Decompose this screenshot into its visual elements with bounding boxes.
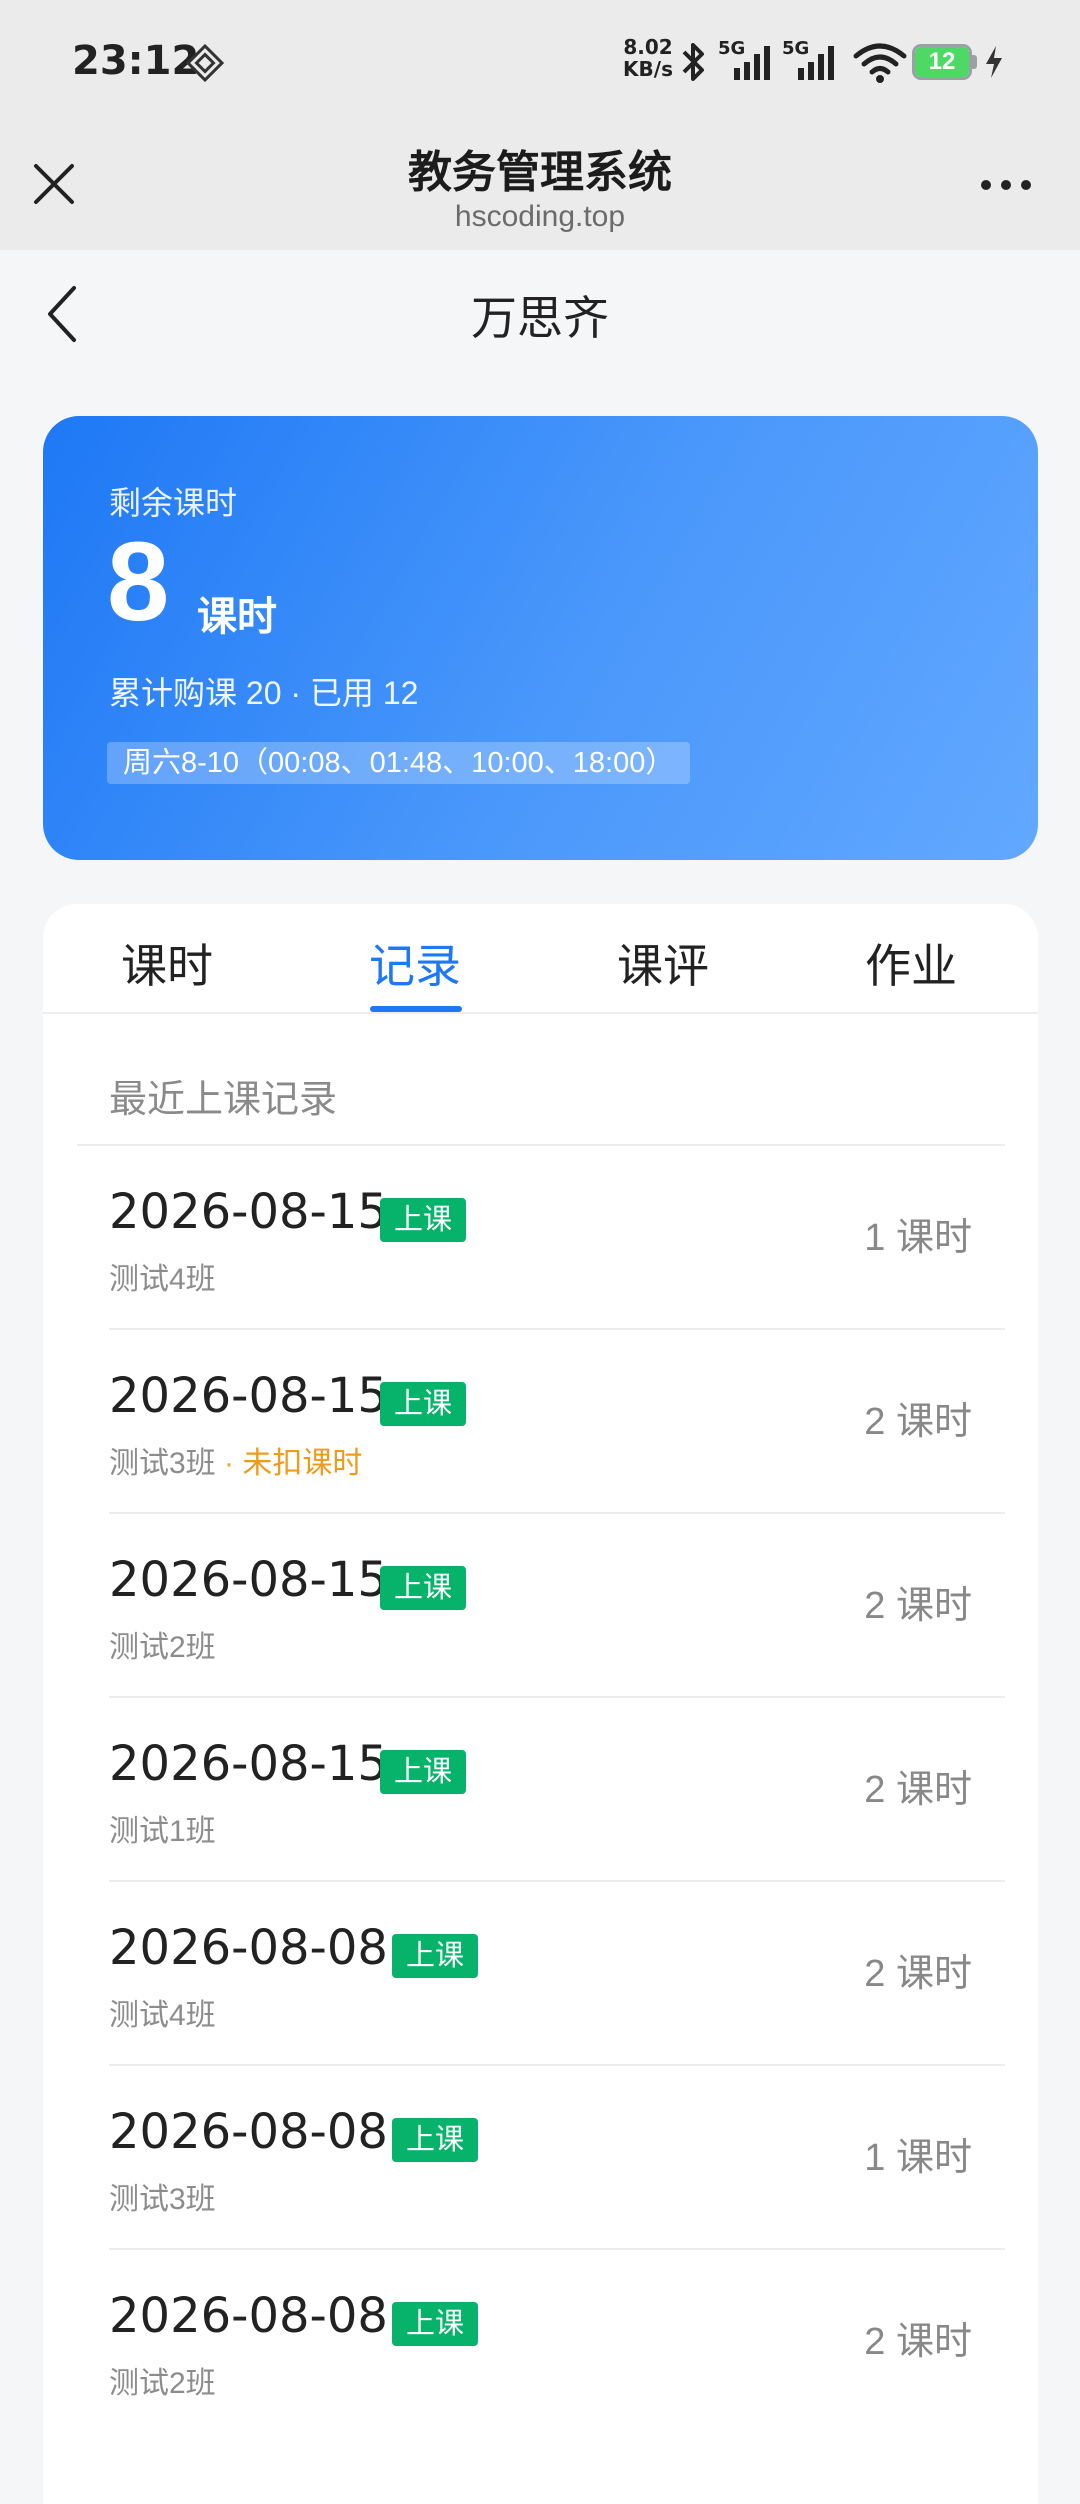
- record-type-tag: 上课: [392, 2118, 479, 2162]
- more-options-icon[interactable]: [976, 168, 1036, 202]
- record-hours: 2 课时: [864, 1953, 972, 1995]
- browser-domain: hscoding.top: [454, 200, 626, 233]
- record-date: 2026-08-08: [109, 2104, 388, 2160]
- signal2-label: 5G: [782, 38, 809, 59]
- network-speed-value: 8.02: [623, 35, 673, 59]
- network-speed-unit: KB/s: [623, 57, 673, 81]
- record-class-name: 测试4班: [109, 1999, 216, 2032]
- record-class-name: 测试4班: [109, 1263, 216, 1296]
- record-hours: 1 课时: [864, 1217, 972, 1259]
- purchase-usage-stats: 累计购课 20 · 已用 12: [109, 675, 419, 711]
- record-class-name: 测试3班: [109, 2183, 216, 2216]
- record-row[interactable]: 2026-08-15 上课 测试4班 1 课时: [43, 1146, 1038, 1330]
- record-class: 测试3班: [109, 2174, 216, 2218]
- record-date: 2026-08-08: [109, 1920, 388, 1976]
- record-hours: 1 课时: [864, 2137, 972, 2179]
- tab-records[interactable]: 记录: [291, 930, 539, 996]
- remaining-hours-unit: 课时: [197, 595, 277, 639]
- cellular-signal-2-icon: 5G: [782, 38, 834, 80]
- record-class-name: 测试2班: [109, 2367, 216, 2400]
- record-class-name: 测试3班: [109, 1447, 216, 1480]
- record-row[interactable]: 2026-08-15 上课 测试1班 2 课时: [43, 1698, 1038, 1882]
- record-type-tag: 上课: [380, 1382, 467, 1426]
- student-name-title: 万思齐: [471, 292, 609, 344]
- record-class: 测试4班: [109, 1254, 216, 1298]
- active-tab-indicator: [370, 1006, 462, 1012]
- record-date: 2026-08-15: [109, 1552, 388, 1608]
- remaining-hours-value: 8: [107, 519, 170, 644]
- cellular-signal-1-icon: 5G: [718, 38, 770, 80]
- remaining-hours-label: 剩余课时: [109, 485, 238, 521]
- record-note-separator: ·: [224, 1447, 235, 1480]
- nfc-icon: [186, 44, 224, 82]
- record-row[interactable]: 2026-08-08 上课 测试2班 2 课时: [43, 2250, 1038, 2434]
- record-type-tag: 上课: [392, 2302, 479, 2346]
- tab-homework[interactable]: 作业: [787, 930, 1035, 996]
- tab-hours[interactable]: 课时: [43, 930, 291, 996]
- record-hours: 2 课时: [864, 1401, 972, 1443]
- tab-bar: 课时 记录 课评 作业: [43, 904, 1038, 1014]
- status-time: 23:12: [72, 38, 200, 84]
- record-class-name: 测试1班: [109, 1815, 216, 1848]
- record-row[interactable]: 2026-08-08 上课 测试4班 2 课时: [43, 1882, 1038, 2066]
- record-date: 2026-08-15: [109, 1368, 388, 1424]
- network-speed: 8.02 KB/s: [620, 36, 676, 80]
- record-class: 测试2班: [109, 2358, 216, 2402]
- status-bar: 23:12 8.02 KB/s 5G 5G 12: [0, 0, 1080, 125]
- charging-bolt-icon: [986, 46, 1002, 78]
- record-hours: 2 课时: [864, 2321, 972, 2363]
- record-warning-note: 未扣课时: [242, 1447, 363, 1480]
- records-section-title: 最近上课记录: [109, 1079, 338, 1121]
- record-type-tag: 上课: [392, 1934, 479, 1978]
- record-date: 2026-08-15: [109, 1184, 388, 1240]
- record-class-name: 测试2班: [109, 1631, 216, 1664]
- record-class: 测试4班: [109, 1990, 216, 2034]
- record-class: 测试3班 · 未扣课时: [109, 1438, 362, 1482]
- record-date: 2026-08-08: [109, 2288, 388, 2344]
- record-class: 测试1班: [109, 1806, 216, 1850]
- tab-reviews[interactable]: 课评: [539, 930, 787, 996]
- record-class: 测试2班: [109, 1622, 216, 1666]
- record-type-tag: 上课: [380, 1750, 467, 1794]
- battery-indicator: 12: [912, 44, 978, 80]
- record-hours: 2 课时: [864, 1585, 972, 1627]
- record-row[interactable]: 2026-08-15 上课 测试2班 2 课时: [43, 1514, 1038, 1698]
- record-date: 2026-08-15: [109, 1736, 388, 1792]
- browser-title: 教务管理系统: [408, 148, 672, 197]
- battery-level: 12: [928, 48, 956, 75]
- record-row[interactable]: 2026-08-15 上课 测试3班 · 未扣课时 2 课时: [43, 1330, 1038, 1514]
- record-type-tag: 上课: [380, 1198, 467, 1242]
- record-row[interactable]: 2026-08-08 上课 测试3班 1 课时: [43, 2066, 1038, 2250]
- record-hours: 2 课时: [864, 1769, 972, 1811]
- signal1-label: 5G: [718, 38, 745, 59]
- records-panel: 课时 记录 课评 作业 最近上课记录 2026-08-15 上课 测试4班 1 …: [43, 904, 1038, 2504]
- record-type-tag: 上课: [380, 1566, 467, 1610]
- remaining-hours-card: 剩余课时 8 课时 累计购课 20 · 已用 12 周六8-10（00:08、0…: [43, 416, 1038, 860]
- schedule-chip: 周六8-10（00:08、01:48、10:00、18:00）: [107, 742, 691, 784]
- wifi-icon: [853, 43, 907, 83]
- bluetooth-icon: [682, 43, 704, 81]
